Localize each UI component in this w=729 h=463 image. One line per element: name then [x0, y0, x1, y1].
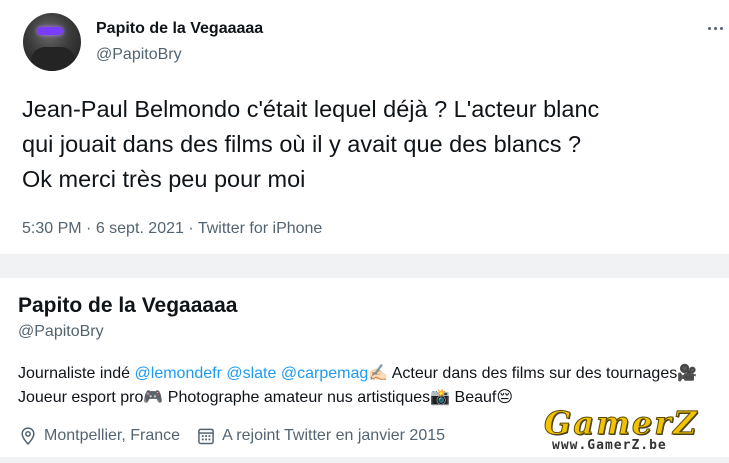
gamerz-watermark-logo: GamerZ www.GamerZ.be: [538, 404, 716, 460]
avatar-glasses: [37, 27, 63, 35]
profile-joined-date: A rejoint Twitter en janvier 2015: [222, 427, 446, 444]
tweet-time[interactable]: 5:30 PM: [22, 220, 82, 237]
profile-handle: @PapitoBry: [18, 323, 104, 340]
profile-bio: Journaliste indé @lemondefr @slate @carp…: [18, 362, 718, 410]
more-horizontal-icon[interactable]: [704, 18, 728, 38]
section-divider: [0, 254, 729, 278]
watermark-main-text: GamerZ: [544, 404, 699, 443]
movie-camera-emoji-icon: 🎥: [677, 365, 698, 382]
camera-flash-emoji-icon: 📸: [430, 389, 451, 406]
tweet-text: Jean-Paul Belmondo c'était lequel déjà ?…: [22, 96, 600, 192]
tweet-date[interactable]: 6 sept. 2021: [96, 220, 184, 237]
bio-text: Joueur esport pro: [18, 389, 144, 406]
bio-text: Journaliste indé: [18, 365, 135, 382]
bio-text: Photographe amateur nus artistiques: [163, 389, 431, 406]
author-handle[interactable]: @PapitoBry: [96, 46, 182, 64]
watermark-url-text: www.GamerZ.be: [552, 438, 667, 453]
author-display-name[interactable]: Papito de la Vegaaaaa: [96, 20, 263, 38]
profile-location: Montpellier, France: [44, 427, 181, 444]
meta-separator: ·: [183, 220, 198, 237]
author-avatar[interactable]: [23, 13, 81, 71]
writing-hand-emoji-icon: ✍🏻: [368, 365, 389, 382]
bio-text: Beauf: [450, 389, 497, 406]
pensive-face-emoji-icon: 😔: [496, 389, 514, 406]
bio-text: Acteur dans des films sur des tournages: [388, 365, 678, 382]
mention-lemondefr[interactable]: @lemondefr: [135, 365, 222, 382]
profile-meta-row: Montpellier, France A rejoint Twitter en…: [18, 426, 445, 446]
mention-carpemag[interactable]: @carpemag: [281, 365, 368, 382]
tweet-meta: 5:30 PM · 6 sept. 2021 · Twitter for iPh…: [22, 220, 322, 238]
profile-name: Papito de la Vegaaaaa: [18, 294, 238, 317]
meta-separator: ·: [81, 220, 96, 237]
mention-slate[interactable]: @slate: [226, 365, 276, 382]
game-controller-emoji-icon: 🎮: [143, 389, 164, 406]
calendar-icon: [198, 428, 214, 445]
tweet-source[interactable]: Twitter for iPhone: [198, 220, 323, 237]
location-pin-icon: [21, 427, 35, 445]
avatar-shirt: [31, 47, 75, 71]
tweet-card: Papito de la Vegaaaaa @PapitoBry Jean-Pa…: [0, 0, 729, 254]
